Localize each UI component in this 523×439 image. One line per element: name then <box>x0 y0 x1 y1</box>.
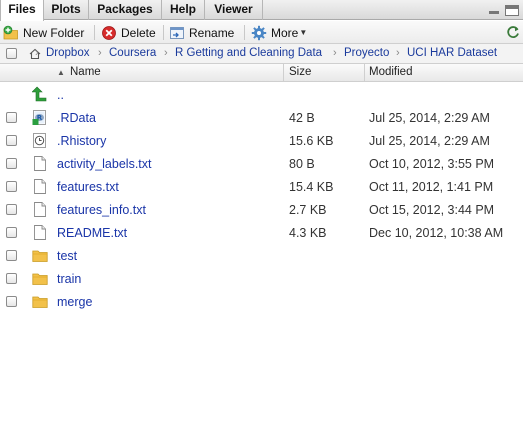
file-row[interactable]: R .RData 42 B Jul 25, 2014, 2:29 AM <box>0 106 523 129</box>
column-divider <box>364 64 365 82</box>
tab-viewer[interactable]: Viewer <box>205 0 263 20</box>
history-icon <box>32 132 48 149</box>
file-modified: Oct 15, 2012, 3:44 PM <box>369 203 495 217</box>
column-name-header[interactable]: Name <box>70 66 101 78</box>
breadcrumb: › Dropbox › Coursera › R Getting and Cle… <box>0 44 523 64</box>
sort-ascending-icon: ▲ <box>57 68 65 77</box>
more-button[interactable]: More ▼ <box>251 24 307 41</box>
file-select-checkbox[interactable] <box>6 112 17 123</box>
file-modified: Dec 10, 2012, 10:38 AM <box>369 226 504 240</box>
file-size: 2.7 KB <box>289 203 327 217</box>
file-name-link[interactable]: train <box>57 272 81 286</box>
delete-icon <box>101 25 117 41</box>
text-file-icon <box>32 201 48 218</box>
column-size-header[interactable]: Size <box>289 66 311 78</box>
refresh-icon[interactable] <box>505 24 521 40</box>
file-name-link[interactable]: README.txt <box>57 226 127 240</box>
breadcrumb-coursera[interactable]: Coursera <box>109 47 156 59</box>
file-row[interactable]: test <box>0 244 523 267</box>
file-row[interactable]: features_info.txt 2.7 KB Oct 15, 2012, 3:4… <box>0 198 523 221</box>
tab-plots[interactable]: Plots <box>44 0 89 20</box>
files-toolbar: New Folder Delete Rename More ▼ <box>0 21 523 44</box>
new-folder-button[interactable]: New Folder <box>3 24 84 41</box>
gear-icon <box>251 25 267 41</box>
file-select-checkbox[interactable] <box>6 250 17 261</box>
file-select-checkbox[interactable] <box>6 204 17 215</box>
file-row[interactable]: activity_labels.txt 80 B Oct 10, 2012, 3:5… <box>0 152 523 175</box>
file-select-checkbox[interactable] <box>6 296 17 307</box>
select-all-checkbox[interactable] <box>6 48 17 59</box>
more-label: More <box>271 25 299 40</box>
tab-files[interactable]: Files <box>0 0 44 21</box>
parent-directory-row[interactable]: .. <box>0 83 523 106</box>
rename-label: Rename <box>189 25 235 40</box>
breadcrumb-proyecto[interactable]: Proyecto <box>344 47 389 59</box>
breadcrumb-separator: › <box>164 47 168 59</box>
folder-icon <box>32 293 48 310</box>
file-modified: Jul 25, 2014, 2:29 AM <box>369 134 490 148</box>
text-file-icon <box>32 224 48 241</box>
new-folder-icon <box>3 25 19 41</box>
file-name-link[interactable]: test <box>57 249 77 263</box>
file-name-link[interactable]: .Rhistory <box>57 134 106 148</box>
toolbar-divider <box>163 25 164 40</box>
file-list-header: ▲ Name Size Modified <box>0 64 523 82</box>
tab-packages[interactable]: Packages <box>89 0 162 20</box>
new-folder-label: New Folder <box>23 25 85 40</box>
parent-directory-link[interactable]: .. <box>57 88 64 102</box>
column-divider <box>283 64 284 82</box>
file-name-link[interactable]: features.txt <box>57 180 119 194</box>
file-select-checkbox[interactable] <box>6 135 17 146</box>
toolbar-divider <box>94 25 95 40</box>
file-size: 15.6 KB <box>289 134 334 148</box>
file-modified: Jul 25, 2014, 2:29 AM <box>369 111 490 125</box>
breadcrumb-separator: › <box>333 47 337 59</box>
file-row[interactable]: README.txt 4.3 KB Dec 10, 2012, 10:38 AM <box>0 221 523 244</box>
file-name-link[interactable]: activity_labels.txt <box>57 157 151 171</box>
file-modified: Oct 10, 2012, 3:55 PM <box>369 157 495 171</box>
breadcrumb-r-getting-and-cleaning-data[interactable]: R Getting and Cleaning Data <box>175 47 322 59</box>
file-row[interactable]: merge <box>0 290 523 313</box>
maximize-pane-icon[interactable] <box>505 5 519 16</box>
file-name-link[interactable]: features_info.txt <box>57 203 146 217</box>
caret-down-icon: ▼ <box>299 28 308 37</box>
delete-label: Delete <box>121 25 156 40</box>
rename-button[interactable]: Rename <box>169 24 234 41</box>
breadcrumb-uci-har-dataset[interactable]: UCI HAR Dataset <box>407 47 497 59</box>
file-modified: Oct 11, 2012, 1:41 PM <box>369 180 494 194</box>
file-row[interactable]: .Rhistory 15.6 KB Jul 25, 2014, 2:29 AM <box>0 129 523 152</box>
breadcrumb-separator: › <box>396 47 400 59</box>
file-select-checkbox[interactable] <box>6 181 17 192</box>
rdata-icon: R <box>32 109 48 126</box>
tab-help[interactable]: Help <box>162 0 205 20</box>
rename-icon <box>169 25 185 41</box>
file-row[interactable]: train <box>0 267 523 290</box>
text-file-icon <box>32 178 48 195</box>
file-select-checkbox[interactable] <box>6 227 17 238</box>
file-size: 42 B <box>289 111 315 125</box>
file-name-link[interactable]: merge <box>57 295 92 309</box>
toolbar-divider <box>244 25 245 40</box>
file-select-checkbox[interactable] <box>6 273 17 284</box>
breadcrumb-dropbox[interactable]: Dropbox <box>46 47 89 59</box>
text-file-icon <box>32 155 48 172</box>
file-size: 80 B <box>289 157 315 171</box>
folder-icon <box>32 247 48 264</box>
folder-icon <box>32 270 48 287</box>
file-row[interactable]: features.txt 15.4 KB Oct 11, 2012, 1:41 PM <box>0 175 523 198</box>
breadcrumb-separator: › <box>35 47 39 59</box>
file-select-checkbox[interactable] <box>6 158 17 169</box>
up-arrow-icon <box>31 86 48 103</box>
pane-tab-bar: Files Plots Packages Help Viewer <box>0 0 523 21</box>
file-name-link[interactable]: .RData <box>57 111 96 125</box>
column-modified-header[interactable]: Modified <box>369 66 412 78</box>
delete-button[interactable]: Delete <box>101 24 156 41</box>
file-size: 4.3 KB <box>289 226 327 240</box>
minimize-pane-icon[interactable] <box>487 5 501 16</box>
breadcrumb-separator: › <box>98 47 102 59</box>
file-size: 15.4 KB <box>289 180 334 194</box>
